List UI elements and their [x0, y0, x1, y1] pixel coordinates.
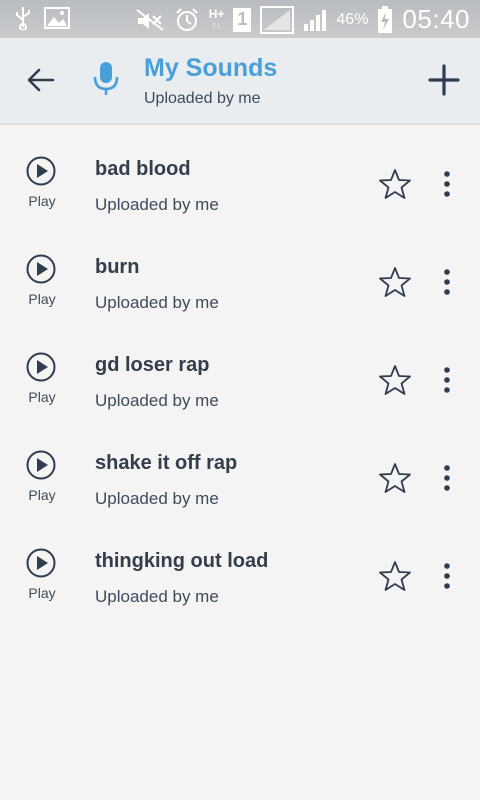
favorite-button[interactable] [378, 559, 412, 593]
favorite-button[interactable] [378, 265, 412, 299]
sim-number-text: 1 [237, 9, 248, 29]
network-type-text: H+ [208, 6, 225, 21]
wifi-icon [260, 5, 295, 34]
list-item[interactable]: Play burn Uploaded by me [0, 223, 480, 321]
microphone-icon [92, 60, 120, 98]
favorite-button[interactable] [378, 363, 412, 397]
play-icon [26, 254, 56, 284]
sound-subtitle: Uploaded by me [95, 391, 219, 410]
more-options-button[interactable] [436, 463, 458, 493]
star-icon [379, 365, 411, 395]
sound-title: shake it off rap [95, 452, 238, 474]
play-button[interactable]: Play [22, 450, 64, 508]
play-icon [26, 548, 56, 578]
alarm-icon [174, 7, 200, 33]
more-options-button[interactable] [436, 561, 458, 591]
sound-subtitle: Uploaded by me [95, 293, 219, 312]
play-button[interactable]: Play [22, 254, 64, 312]
sound-title: gd loser rap [95, 354, 210, 376]
more-vert-icon [444, 171, 450, 197]
play-icon [26, 352, 56, 382]
battery-percent: 46% [336, 10, 369, 28]
play-label: Play [28, 193, 56, 209]
status-bar-left [14, 6, 70, 30]
sound-subtitle: Uploaded by me [95, 489, 219, 508]
more-vert-icon [444, 269, 450, 295]
play-button[interactable]: Play [22, 352, 64, 410]
add-sound-button[interactable] [424, 60, 464, 100]
play-label: Play [28, 585, 56, 601]
list-item[interactable]: Play bad blood Uploaded by me [0, 125, 480, 223]
list-item[interactable]: Play shake it off rap Uploaded by me [0, 419, 480, 517]
play-label: Play [28, 291, 56, 307]
sim-1-icon: 1 [233, 7, 252, 32]
arrow-left-icon [27, 68, 55, 92]
image-icon [44, 7, 70, 29]
page-subtitle: Uploaded by me [144, 90, 261, 107]
star-icon [379, 463, 411, 493]
signal-icon [303, 8, 327, 32]
network-h-plus-icon: H+ ↑↓ [208, 6, 225, 30]
more-vert-icon [444, 465, 450, 491]
play-icon [26, 450, 56, 480]
status-bar: H+ ↑↓ 1 46% 05:40 [0, 0, 480, 38]
play-icon [26, 156, 56, 186]
play-label: Play [28, 487, 56, 503]
sound-title: burn [95, 256, 140, 278]
mute-icon [135, 8, 165, 32]
status-bar-right: H+ ↑↓ 1 46% 05:40 [135, 4, 470, 35]
plus-icon [428, 64, 460, 96]
app-toolbar: My Sounds Uploaded by me [0, 38, 480, 125]
play-button[interactable]: Play [22, 548, 64, 606]
star-icon [379, 169, 411, 199]
star-icon [379, 561, 411, 591]
sound-list: Play bad blood Uploaded by me Play burn … [0, 125, 480, 615]
more-vert-icon [444, 563, 450, 589]
page-title: My Sounds [144, 54, 278, 82]
more-options-button[interactable] [436, 169, 458, 199]
favorite-button[interactable] [378, 167, 412, 201]
more-vert-icon [444, 367, 450, 393]
back-button[interactable] [24, 64, 58, 96]
clock: 05:40 [402, 4, 470, 34]
play-button[interactable]: Play [22, 156, 64, 214]
play-label: Play [28, 389, 56, 405]
list-item[interactable]: Play thingking out load Uploaded by me [0, 517, 480, 615]
more-options-button[interactable] [436, 267, 458, 297]
favorite-button[interactable] [378, 461, 412, 495]
usb-icon [14, 6, 32, 30]
list-item[interactable]: Play gd loser rap Uploaded by me [0, 321, 480, 419]
more-options-button[interactable] [436, 365, 458, 395]
sound-title: bad blood [95, 158, 191, 180]
battery-charging-icon [377, 5, 393, 34]
sound-title: thingking out load [95, 550, 269, 572]
sound-subtitle: Uploaded by me [95, 195, 219, 214]
sound-subtitle: Uploaded by me [95, 587, 219, 606]
star-icon [379, 267, 411, 297]
